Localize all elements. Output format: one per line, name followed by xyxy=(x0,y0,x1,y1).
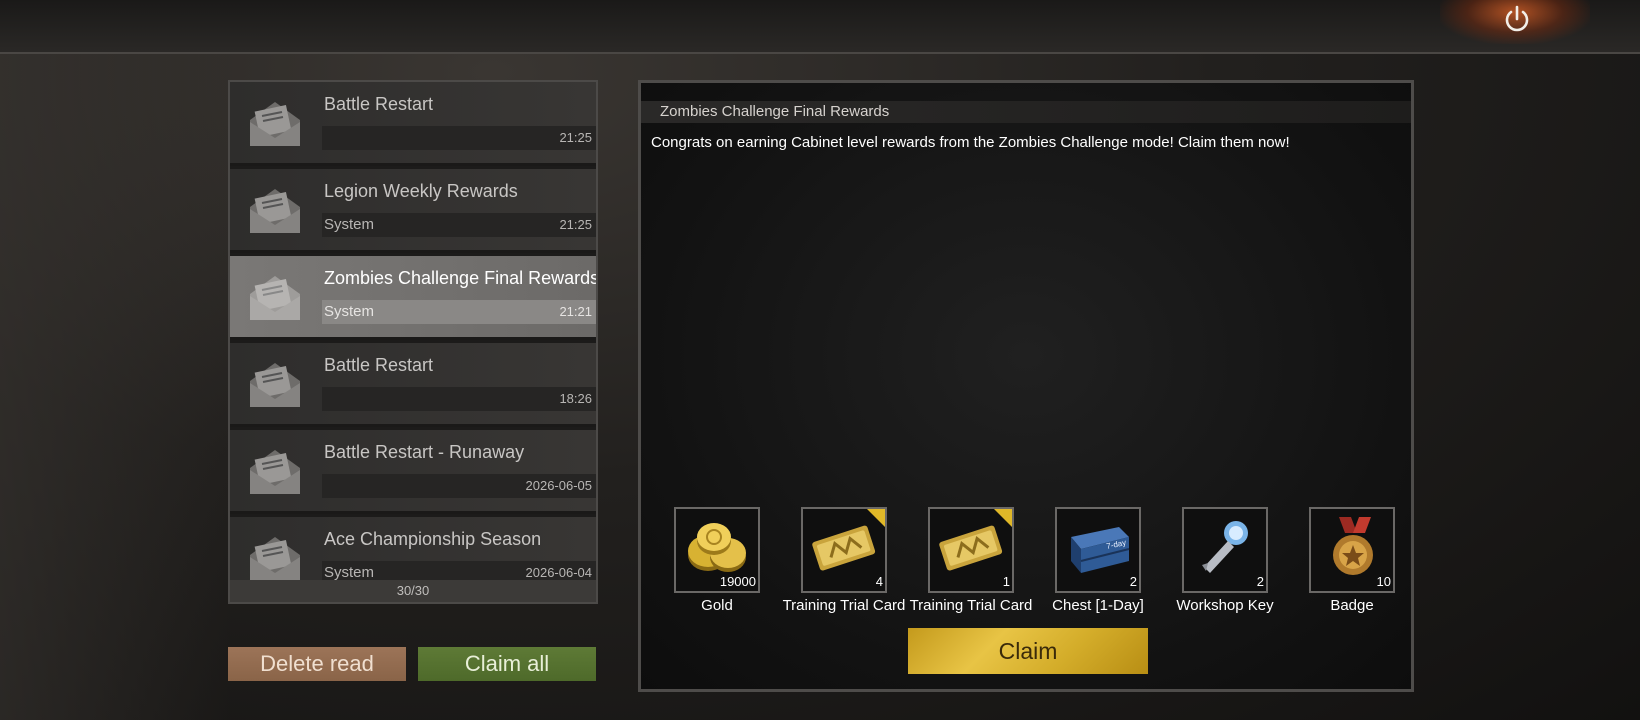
badge-medal-icon xyxy=(1333,517,1373,575)
mail-meta: System 21:25 xyxy=(322,213,596,237)
reward-slot[interactable]: 2 xyxy=(1182,507,1268,593)
mail-envelope-icon xyxy=(250,450,300,494)
mail-time: 21:25 xyxy=(559,217,592,232)
mail-detail-panel: Zombies Challenge Final Rewards Congrats… xyxy=(638,80,1414,692)
reward-slot[interactable]: 1 xyxy=(928,507,1014,593)
mail-title: Legion Weekly Rewards xyxy=(324,181,518,201)
reward-name: Gold xyxy=(701,597,733,614)
mail-meta: 18:26 xyxy=(322,387,596,411)
reward-slot[interactable]: 10 xyxy=(1309,507,1395,593)
new-flag xyxy=(994,509,1012,527)
mail-item-selected[interactable]: Zombies Challenge Final Rewards System 2… xyxy=(230,256,596,340)
mail-sender: System xyxy=(324,564,375,581)
reward-quantity: 2 xyxy=(1129,574,1137,589)
chest-icon: 7-day xyxy=(1071,527,1130,573)
mail-envelope-icon xyxy=(250,276,300,320)
mail-title: Ace Championship Season xyxy=(324,529,542,549)
mail-item[interactable]: Battle Restart - Runaway 2026-06-05 xyxy=(230,430,596,514)
background-wall xyxy=(0,54,230,720)
mail-meta: System 21:21 xyxy=(322,300,596,324)
mail-envelope-icon xyxy=(250,102,300,146)
delete-read-button[interactable]: Delete read xyxy=(228,647,406,681)
mail-item[interactable]: Battle Restart 18:26 xyxy=(230,343,596,427)
workshop-key-icon xyxy=(1202,521,1248,573)
reward-name: Badge xyxy=(1330,597,1374,614)
mail-time: 21:25 xyxy=(559,130,592,145)
reward-name: Training Trial Card xyxy=(909,597,1033,614)
mail-item[interactable]: Legion Weekly Rewards System 21:25 xyxy=(230,169,596,253)
rewards-row: 19000 Gold 4 Training Trial Card 1 Train… xyxy=(674,83,1408,689)
mail-meta: 21:25 xyxy=(322,126,596,150)
reward-slot[interactable]: 7-day 2 xyxy=(1055,507,1141,593)
mail-item[interactable]: Battle Restart 21:25 xyxy=(230,82,596,166)
mail-time: 18:26 xyxy=(559,391,592,406)
mail-title: Zombies Challenge Final Rewards xyxy=(324,268,598,288)
reward-quantity: 4 xyxy=(875,574,883,589)
reward-quantity: 19000 xyxy=(719,574,756,589)
mail-meta: 2026-06-05 xyxy=(322,474,596,498)
reward-name: Training Trial Card xyxy=(782,597,906,614)
claim-button[interactable]: Claim xyxy=(908,628,1148,674)
new-flag xyxy=(867,509,885,527)
power-icon[interactable] xyxy=(1502,4,1532,34)
mail-title: Battle Restart xyxy=(324,355,434,375)
reward-quantity: 10 xyxy=(1376,574,1391,589)
mail-envelope-icon xyxy=(250,189,300,233)
reward-slot[interactable]: 19000 xyxy=(674,507,760,593)
mail-time: 21:21 xyxy=(559,304,592,319)
mail-sender: System xyxy=(324,303,375,320)
mail-count: 30/30 xyxy=(230,580,596,602)
mail-title: Battle Restart xyxy=(324,94,434,114)
reward-slot[interactable]: 4 xyxy=(801,507,887,593)
mail-envelope-icon xyxy=(250,363,300,407)
mail-sender: System xyxy=(324,216,375,233)
gold-coins-icon xyxy=(688,523,746,572)
claim-all-button[interactable]: Claim all xyxy=(418,647,596,681)
mail-title: Battle Restart - Runaway xyxy=(324,442,525,462)
mail-time: 2026-06-04 xyxy=(525,565,593,580)
reward-quantity: 2 xyxy=(1256,574,1264,589)
reward-quantity: 1 xyxy=(1002,574,1010,589)
top-bar xyxy=(0,0,1640,54)
mail-time: 2026-06-05 xyxy=(525,478,593,493)
mail-list: Battle Restart 21:25 Legion Weekly Rewar… xyxy=(228,80,598,604)
